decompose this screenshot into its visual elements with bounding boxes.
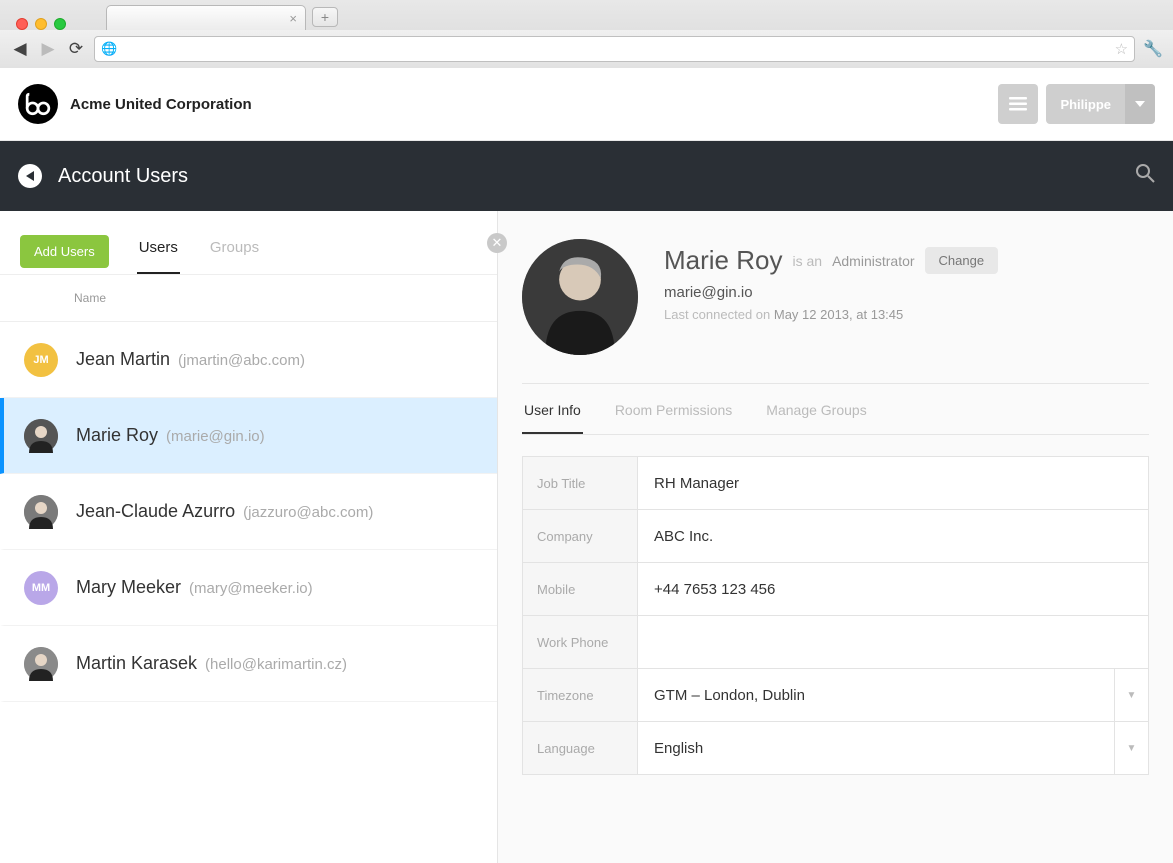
- user-name: Marie Roy: [76, 425, 158, 446]
- user-info-form: Job Title RH Manager Company ABC Inc. Mo…: [522, 457, 1149, 775]
- close-window[interactable]: [16, 18, 28, 30]
- user-row[interactable]: Marie Roy (marie@gin.io): [0, 398, 497, 474]
- field-timezone: Timezone GTM – London, Dublin ▼: [522, 668, 1149, 722]
- user-email: (mary@meeker.io): [189, 580, 313, 597]
- user-row[interactable]: Jean-Claude Azurro (jazzuro@abc.com): [0, 474, 497, 550]
- browser-tab[interactable]: ×: [106, 5, 306, 30]
- user-list: JM Jean Martin (jmartin@abc.com) Marie Roy (…: [0, 322, 497, 863]
- user-email: (jazzuro@abc.com): [243, 504, 373, 521]
- field-work-phone: Work Phone: [522, 615, 1149, 669]
- profile-header: Marie Roy is an Administrator Change mar…: [522, 239, 1149, 383]
- user-email: (hello@karimartin.cz): [205, 656, 347, 673]
- app-logo[interactable]: [18, 84, 58, 124]
- avatar: [24, 647, 58, 681]
- chevron-down-icon: [1125, 84, 1155, 124]
- back-icon[interactable]: ◀: [10, 39, 30, 59]
- globe-icon: 🌐: [101, 41, 117, 57]
- user-name: Jean Martin: [76, 349, 170, 370]
- add-users-button[interactable]: Add Users: [20, 235, 109, 268]
- last-connected-label: Last connected on: [664, 307, 770, 322]
- field-language: Language English ▼: [522, 721, 1149, 775]
- tab-manage-groups[interactable]: Manage Groups: [764, 402, 868, 434]
- field-label: Timezone: [523, 669, 638, 721]
- avatar: [24, 419, 58, 453]
- users-panel: Add Users Users Groups ✕ Name JM Jean Mar…: [0, 211, 498, 863]
- search-icon[interactable]: [1135, 163, 1155, 189]
- user-name: Jean-Claude Azurro: [76, 501, 235, 522]
- tab-groups[interactable]: Groups: [208, 229, 261, 274]
- user-row[interactable]: Martin Karasek (hello@karimartin.cz): [0, 626, 497, 702]
- user-email: (marie@gin.io): [166, 428, 265, 445]
- close-icon: ✕: [492, 235, 503, 251]
- field-mobile: Mobile +44 7653 123 456: [522, 562, 1149, 616]
- browser-tabbar: × +: [0, 0, 1173, 30]
- user-name: Martin Karasek: [76, 653, 197, 674]
- tab-user-info[interactable]: User Info: [522, 402, 583, 434]
- close-tab-icon[interactable]: ×: [289, 11, 297, 26]
- tab-users[interactable]: Users: [137, 229, 180, 274]
- avatar: JM: [24, 343, 58, 377]
- mobile-input[interactable]: +44 7653 123 456: [638, 563, 1148, 615]
- hamburger-icon: [1009, 97, 1027, 111]
- window-controls: [8, 10, 76, 30]
- profile-email: marie@gin.io: [664, 284, 1149, 301]
- reload-icon[interactable]: ⟳: [66, 39, 86, 59]
- change-role-button[interactable]: Change: [925, 247, 999, 274]
- bookmark-star-icon[interactable]: ☆: [1115, 40, 1128, 58]
- profile-last-connected: Last connected on May 12 2013, at 13:45: [664, 307, 1149, 322]
- user-row[interactable]: MM Mary Meeker (mary@meeker.io): [0, 550, 497, 626]
- detail-tabs: User Info Room Permissions Manage Groups: [522, 383, 1149, 435]
- chevron-down-icon[interactable]: ▼: [1114, 722, 1148, 774]
- tab-room-permissions[interactable]: Room Permissions: [613, 402, 734, 434]
- close-panel-button[interactable]: ✕: [487, 233, 507, 253]
- users-panel-tabs: Add Users Users Groups ✕: [0, 211, 497, 275]
- user-row[interactable]: JM Jean Martin (jmartin@abc.com): [0, 322, 497, 398]
- profile-name: Marie Roy: [664, 245, 782, 276]
- minimize-window[interactable]: [35, 18, 47, 30]
- user-email: (jmartin@abc.com): [178, 352, 305, 369]
- user-detail-panel: Marie Roy is an Administrator Change mar…: [498, 211, 1173, 863]
- field-label: Company: [523, 510, 638, 562]
- field-job-title: Job Title RH Manager: [522, 456, 1149, 510]
- work-phone-input[interactable]: [638, 616, 1148, 668]
- profile-avatar[interactable]: [522, 239, 638, 355]
- avatar: MM: [24, 571, 58, 605]
- forward-icon: ▶: [38, 39, 58, 59]
- user-menu[interactable]: Philippe: [1046, 84, 1155, 124]
- field-label: Language: [523, 722, 638, 774]
- avatar: [24, 495, 58, 529]
- back-button[interactable]: [18, 164, 42, 188]
- page-subheader: Account Users: [0, 141, 1173, 211]
- zoom-window[interactable]: [54, 18, 66, 30]
- field-label: Work Phone: [523, 616, 638, 668]
- profile-role: Administrator: [832, 253, 914, 269]
- page-title: Account Users: [58, 165, 188, 188]
- browser-chrome: × + ◀ ▶ ⟳ 🌐 ☆ 🔧: [0, 0, 1173, 68]
- hamburger-menu-button[interactable]: [998, 84, 1038, 124]
- chevron-down-icon[interactable]: ▼: [1114, 669, 1148, 721]
- user-name: Mary Meeker: [76, 577, 181, 598]
- new-tab-button[interactable]: +: [312, 7, 338, 27]
- profile-is-an: is an: [792, 253, 822, 269]
- app-header: Acme United Corporation Philippe: [0, 68, 1173, 141]
- job-title-input[interactable]: RH Manager: [638, 457, 1148, 509]
- field-company: Company ABC Inc.: [522, 509, 1149, 563]
- company-input[interactable]: ABC Inc.: [638, 510, 1148, 562]
- browser-toolbar: ◀ ▶ ⟳ 🌐 ☆ 🔧: [0, 30, 1173, 68]
- url-input[interactable]: 🌐 ☆: [94, 36, 1135, 62]
- company-name: Acme United Corporation: [70, 96, 252, 113]
- main-content: Add Users Users Groups ✕ Name JM Jean Mar…: [0, 211, 1173, 863]
- field-label: Job Title: [523, 457, 638, 509]
- user-menu-name: Philippe: [1046, 97, 1125, 112]
- timezone-select[interactable]: GTM – London, Dublin: [638, 669, 1114, 721]
- settings-wrench-icon[interactable]: 🔧: [1143, 39, 1163, 59]
- language-select[interactable]: English: [638, 722, 1114, 774]
- field-label: Mobile: [523, 563, 638, 615]
- list-column-name: Name: [0, 275, 497, 322]
- last-connected-value: May 12 2013, at 13:45: [774, 307, 903, 322]
